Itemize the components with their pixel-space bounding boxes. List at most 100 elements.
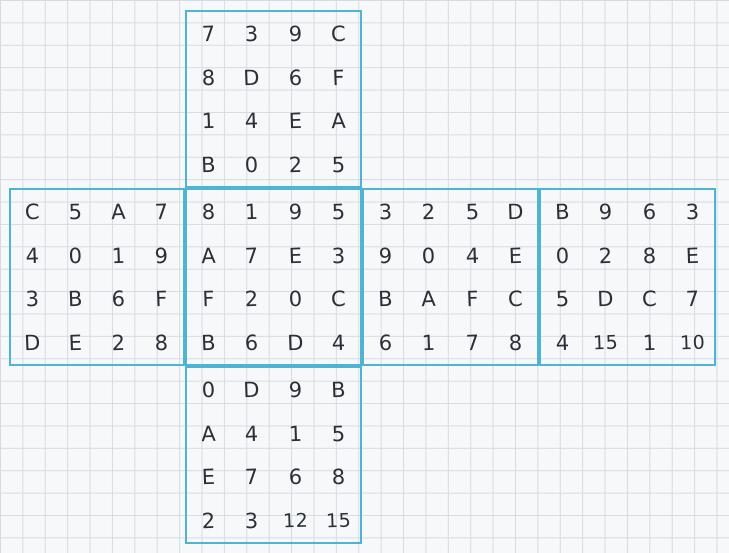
face-cell: F (331, 65, 346, 90)
face-cell: 4 (331, 330, 346, 355)
face-cell: F (465, 286, 479, 311)
face-cell: 3 (244, 21, 260, 46)
face-cell: E (685, 243, 700, 268)
face-cell: 8 (331, 464, 346, 489)
face-cell: 6 (641, 199, 657, 224)
face-cell: 7 (464, 330, 480, 355)
face-cell: 5 (331, 421, 346, 446)
face-cell: 7 (244, 243, 260, 268)
face-cell: 9 (378, 243, 393, 268)
face-cell: 9 (287, 21, 303, 46)
face-cell: 8 (508, 330, 523, 355)
face-cell: 3 (25, 286, 40, 311)
face-cell: 6 (244, 330, 260, 355)
face-cell: D (506, 199, 525, 225)
face-cell: B (554, 199, 571, 225)
cube-face-bottom: 0 D 9 B A 4 1 5 E 7 6 8 2 3 12 15 (185, 366, 362, 544)
face-cell: 1 (111, 243, 126, 268)
face-cell: 6 (378, 330, 393, 355)
face-cell: C (641, 286, 658, 312)
face-cell: E (68, 330, 83, 355)
face-cell: 8 (641, 243, 657, 268)
face-cell: D (243, 377, 261, 403)
face-cell: F (154, 286, 169, 311)
face-cell: C (507, 286, 524, 312)
face-cell: 2 (244, 286, 260, 311)
face-cell: 0 (555, 243, 570, 268)
face-cell: 0 (68, 243, 83, 268)
face-cell: E (508, 243, 523, 268)
face-cell: 3 (685, 199, 700, 224)
face-cell: 3 (378, 199, 393, 224)
face-cell: 7 (244, 464, 260, 489)
face-cell: 9 (598, 199, 614, 224)
face-cell: 15 (325, 508, 352, 532)
face-cell: B (377, 286, 394, 312)
face-cell: D (597, 286, 615, 312)
face-cell: A (421, 286, 437, 312)
face-cell: 5 (331, 199, 346, 224)
face-cell: 0 (244, 152, 260, 177)
face-cell: E (201, 464, 216, 489)
face-cell: 15 (592, 330, 619, 354)
face-cell: 12 (282, 508, 309, 532)
face-cell: 9 (154, 243, 169, 268)
face-cell: 2 (598, 243, 614, 268)
face-cell: B (67, 286, 84, 312)
face-cell: A (330, 108, 347, 134)
face-cell: A (110, 199, 127, 225)
face-cell: 1 (244, 199, 260, 224)
face-cell: 9 (287, 199, 303, 224)
face-cell: 4 (464, 243, 480, 268)
face-cell: 2 (111, 330, 126, 355)
face-cell: C (24, 199, 41, 225)
face-cell: 8 (154, 330, 169, 355)
face-cell: 0 (287, 286, 303, 311)
cube-face-right: 3 2 5 D 9 0 4 E B A F C 6 1 7 8 (362, 188, 539, 366)
face-cell: E (287, 108, 303, 133)
face-cell: 2 (287, 152, 303, 177)
face-cell: D (23, 329, 42, 355)
face-cell: 8 (201, 65, 216, 90)
face-cell: 7 (201, 21, 216, 46)
face-cell: A (200, 242, 217, 268)
face-cell: 1 (287, 421, 303, 446)
face-cell: 4 (555, 330, 570, 355)
face-cell: 1 (421, 330, 437, 355)
cube-face-center: 8 1 9 5 A 7 E 3 F 2 0 C B 6 D 4 (185, 188, 362, 366)
face-cell: 1 (641, 330, 657, 355)
face-cell: 4 (244, 108, 260, 133)
face-cell: 8 (201, 199, 216, 224)
face-cell: 2 (201, 508, 216, 533)
face-cell: D (243, 64, 261, 90)
face-cell: 3 (244, 508, 260, 533)
face-cell: 0 (421, 243, 437, 268)
face-cell: C (330, 286, 347, 312)
cube-face-top: 7 3 9 C 8 D 6 F 1 4 E A B 0 2 5 (185, 10, 362, 188)
face-cell: 10 (679, 330, 706, 354)
face-cell: 3 (331, 243, 346, 268)
face-cell: 5 (331, 152, 346, 177)
face-cell: F (201, 286, 216, 311)
face-cell: B (330, 377, 347, 403)
face-cell: 6 (287, 464, 303, 489)
face-cell: 6 (111, 286, 126, 311)
cube-face-far-right: B 9 6 3 0 2 8 E 5 D C 7 4 15 1 10 (539, 188, 716, 366)
face-cell: 2 (421, 199, 437, 224)
cube-face-left: C 5 A 7 4 0 1 9 3 B 6 F D E 2 8 (9, 188, 185, 366)
face-cell: 7 (154, 199, 169, 224)
face-cell: 9 (287, 377, 303, 402)
face-cell: 4 (25, 243, 40, 268)
face-cell: 4 (244, 421, 260, 446)
face-cell: C (330, 21, 347, 47)
face-cell: 5 (68, 199, 83, 224)
face-cell: A (200, 420, 217, 446)
face-cell: 5 (464, 199, 480, 224)
face-cell: 6 (287, 65, 303, 90)
face-cell: 1 (201, 108, 216, 133)
face-cell: B (200, 329, 217, 355)
face-cell: 5 (555, 286, 570, 311)
face-cell: 0 (201, 377, 216, 402)
face-cell: B (200, 151, 217, 177)
face-cell: D (286, 329, 304, 355)
